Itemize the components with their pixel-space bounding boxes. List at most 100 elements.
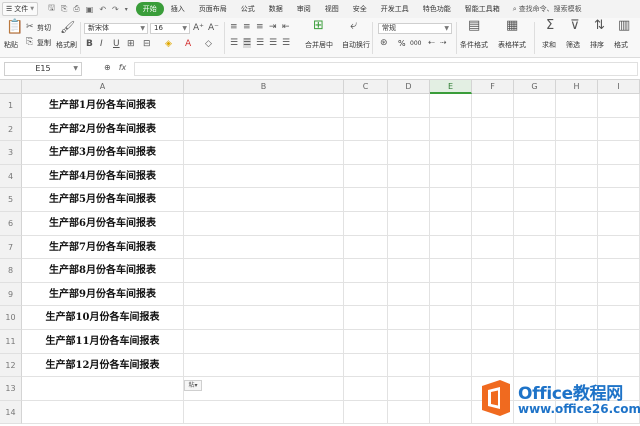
cell-e10[interactable] [430, 306, 472, 330]
command-search[interactable]: ⌕ 查找命令、搜索模板 [513, 4, 582, 14]
cell-c5[interactable] [344, 188, 388, 212]
fill-color-icon[interactable]: ◈ [165, 39, 172, 49]
number-format-select[interactable]: 常规 ▼ [378, 23, 452, 34]
cell-h3[interactable] [556, 141, 598, 165]
conditional-format-button[interactable]: 条件格式 [460, 40, 488, 50]
cell-c2[interactable] [344, 117, 388, 142]
cell-a1[interactable]: 生产部1月份各车间报表 [22, 94, 184, 118]
cell-a13[interactable] [22, 377, 184, 401]
cell-i7[interactable] [598, 235, 640, 260]
align-left-icon[interactable]: ☰ [230, 38, 238, 48]
underline-icon[interactable]: U [113, 39, 120, 49]
cell-c3[interactable] [344, 141, 388, 165]
row-header[interactable]: 5 [0, 188, 22, 212]
cell-b1[interactable] [184, 94, 344, 118]
cell-c6[interactable] [344, 212, 388, 236]
cell-i2[interactable] [598, 117, 640, 142]
cell-d5[interactable] [388, 188, 430, 212]
align-middle-icon[interactable]: ≡ [243, 22, 251, 32]
name-box[interactable]: E15 ▼ [4, 62, 82, 76]
copy-icon[interactable]: ⎘ [26, 37, 33, 47]
cell-a2[interactable]: 生产部2月份各车间报表 [22, 117, 184, 142]
align-top-icon[interactable]: ≡ [230, 22, 238, 32]
cell-g2[interactable] [514, 117, 556, 142]
cell-c10[interactable] [344, 306, 388, 330]
cell-c14[interactable] [344, 400, 388, 425]
cell-e14[interactable] [430, 400, 472, 425]
cell-a7[interactable]: 生产部7月份各车间报表 [22, 235, 184, 260]
align-center-icon[interactable]: ☰ [243, 38, 252, 48]
cell-b6[interactable] [184, 212, 344, 236]
tab-3[interactable]: 页面布局 [192, 2, 234, 16]
cell-h6[interactable] [556, 212, 598, 236]
cell-g6[interactable] [514, 212, 556, 236]
cell-d1[interactable] [388, 94, 430, 118]
save-icon[interactable]: 🖫 [48, 2, 55, 16]
table-style-button[interactable]: 表格样式 [498, 40, 526, 50]
sort-button[interactable]: 排序 [590, 40, 604, 50]
increase-font-icon[interactable]: A⁺ [193, 23, 204, 33]
cell-b10[interactable] [184, 306, 344, 330]
cell-e13[interactable] [430, 377, 472, 401]
wrap-text-button[interactable]: 自动换行 [342, 40, 370, 50]
cell-h12[interactable] [556, 353, 598, 378]
cell-e3[interactable] [430, 141, 472, 165]
cell-d2[interactable] [388, 117, 430, 142]
row-header[interactable]: 11 [0, 330, 22, 354]
row-header[interactable]: 13 [0, 377, 22, 401]
cell-f10[interactable] [472, 306, 514, 330]
scissors-icon[interactable]: ✂ [26, 22, 34, 32]
column-header-i[interactable]: I [598, 80, 640, 94]
cell-e2[interactable] [430, 117, 472, 142]
merge-center-button[interactable]: 合并居中 [305, 40, 333, 50]
column-header-b[interactable]: B [184, 80, 344, 94]
cell-i12[interactable] [598, 353, 640, 378]
cell-g11[interactable] [514, 330, 556, 354]
cell-a11[interactable]: 生产部11月份各车间报表 [22, 330, 184, 354]
tab-5[interactable]: 数据 [262, 2, 290, 16]
cell-g4[interactable] [514, 164, 556, 189]
cell-d13[interactable] [388, 377, 430, 401]
italic-icon[interactable]: I [100, 39, 103, 49]
cell-c12[interactable] [344, 353, 388, 378]
format-painter-button[interactable]: 格式刷 [56, 40, 77, 50]
paste-options-button[interactable]: 粘▾ [184, 380, 202, 391]
cell-d8[interactable] [388, 259, 430, 283]
redo-icon[interactable]: ↷ [112, 5, 119, 14]
cell-b14[interactable] [184, 400, 344, 425]
sum-icon[interactable]: Σ [546, 19, 554, 32]
column-header-d[interactable]: D [388, 80, 430, 94]
filter-button[interactable]: 筛选 [566, 40, 580, 50]
decrease-decimal-icon[interactable]: ⇢ [440, 38, 447, 48]
format-button[interactable]: 格式 [614, 40, 628, 50]
cell-f1[interactable] [472, 94, 514, 118]
cell-d9[interactable] [388, 282, 430, 307]
tab-11[interactable]: 智能工具箱 [458, 2, 507, 16]
cell-d6[interactable] [388, 212, 430, 236]
cell-h10[interactable] [556, 306, 598, 330]
row-header[interactable]: 10 [0, 306, 22, 330]
cell-e5[interactable] [430, 188, 472, 212]
cell-c4[interactable] [344, 164, 388, 189]
column-header-f[interactable]: F [472, 80, 514, 94]
font-size-select[interactable]: 16 ▼ [150, 23, 190, 34]
row-header[interactable]: 3 [0, 141, 22, 165]
cell-a3[interactable]: 生产部3月份各车间报表 [22, 141, 184, 165]
row-header[interactable]: 2 [0, 117, 22, 142]
cell-f8[interactable] [472, 259, 514, 283]
file-menu[interactable]: ☰ 文件 ▼ [2, 2, 39, 16]
increase-decimal-icon[interactable]: ⇠ [428, 38, 435, 48]
format-icon[interactable]: ▥ [618, 19, 630, 32]
row-header[interactable]: 14 [0, 400, 22, 425]
cell-c13[interactable] [344, 377, 388, 401]
row-header[interactable]: 12 [0, 353, 22, 378]
font-color-icon[interactable]: A [185, 39, 191, 49]
cell-b11[interactable] [184, 330, 344, 354]
cell-d10[interactable] [388, 306, 430, 330]
cell-g1[interactable] [514, 94, 556, 118]
cell-d14[interactable] [388, 400, 430, 425]
cell-h11[interactable] [556, 330, 598, 354]
cell-b8[interactable] [184, 259, 344, 283]
cell-a10[interactable]: 生产部10月份各车间报表 [22, 306, 184, 330]
undo-icon[interactable]: ↶ [99, 5, 106, 14]
